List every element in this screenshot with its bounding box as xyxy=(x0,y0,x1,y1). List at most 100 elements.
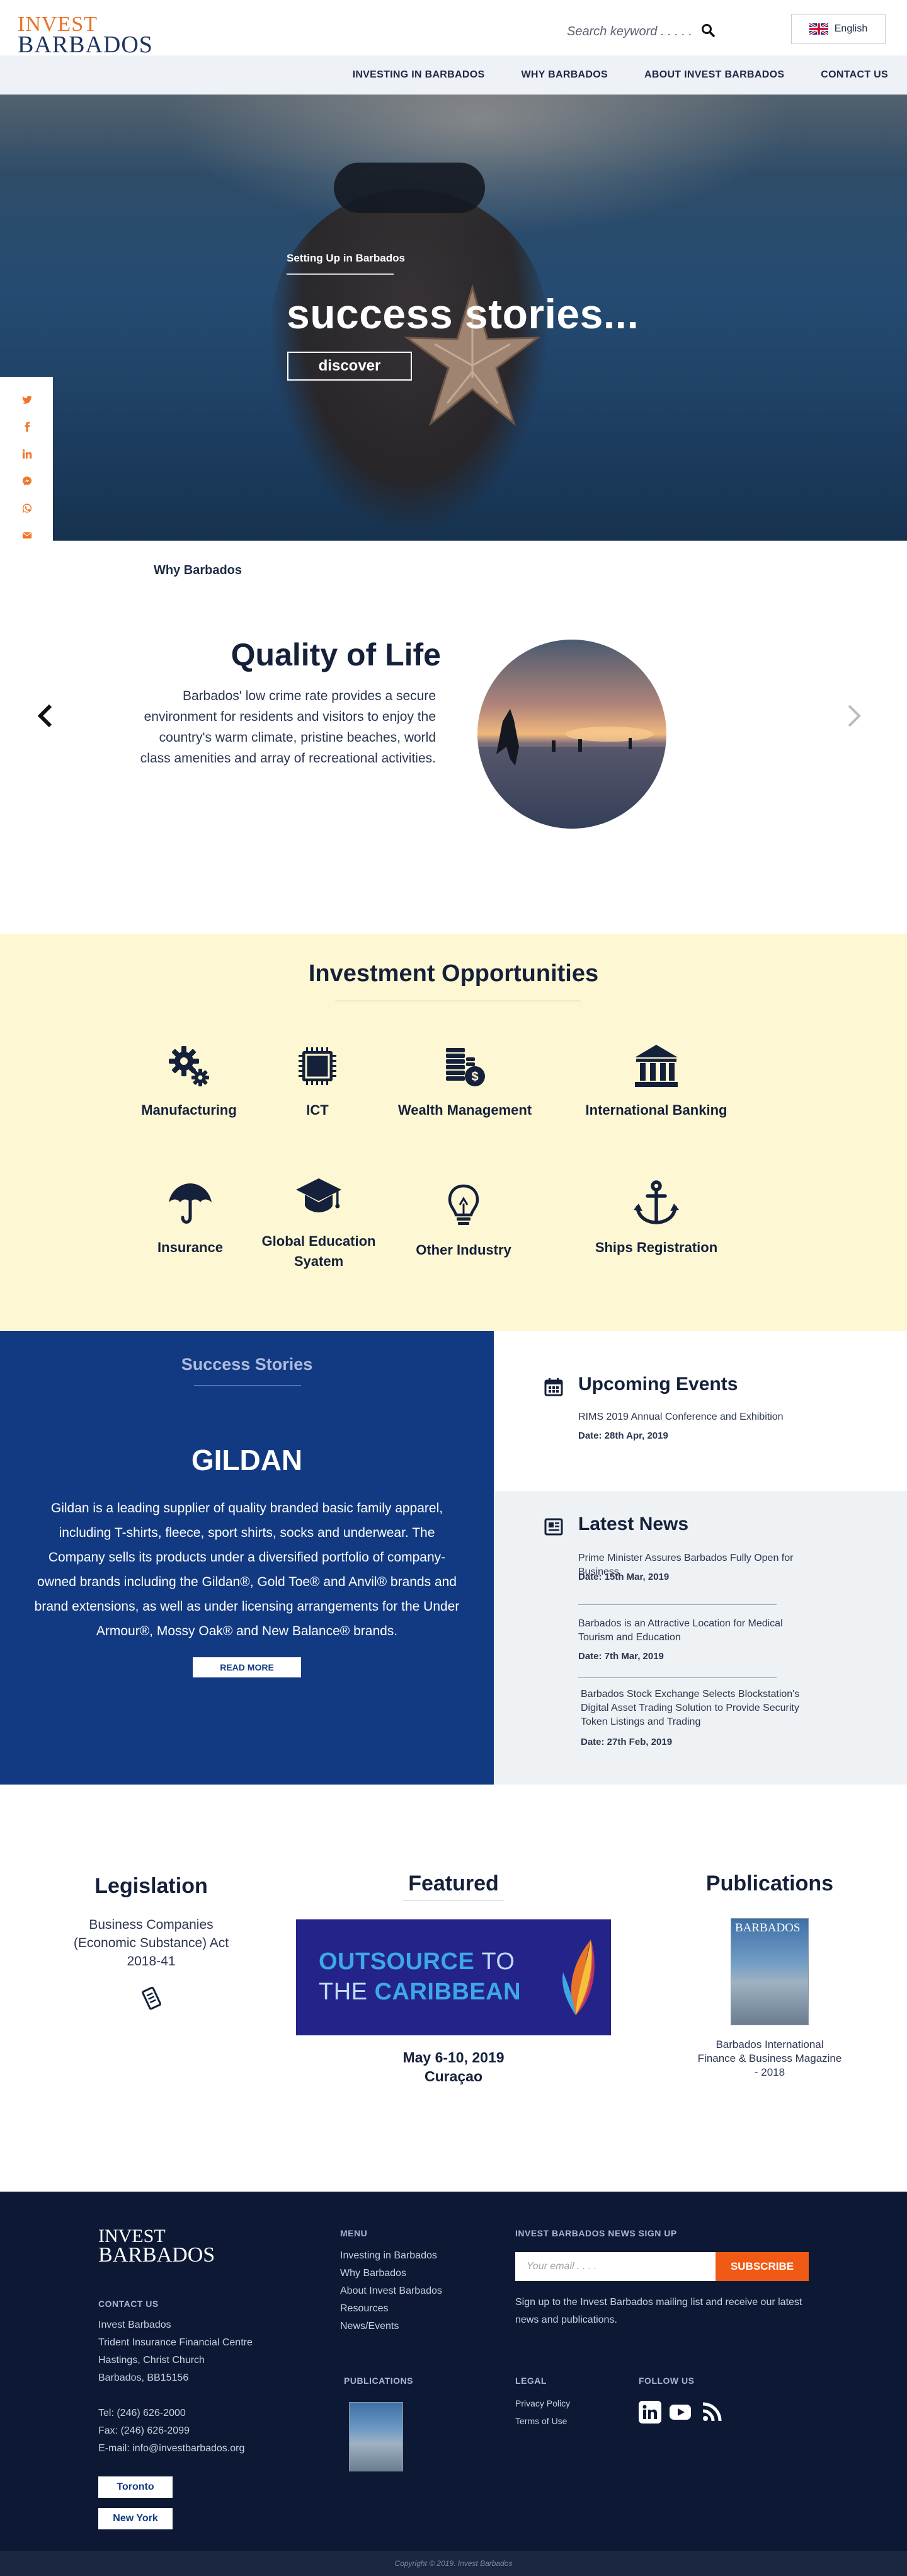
hero-banner: Setting Up in Barbados success stories..… xyxy=(0,95,907,541)
success-story-text: Gildan is a leading supplier of quality … xyxy=(34,1501,460,1638)
opportunity-wealth-management[interactable]: $ Wealth Management xyxy=(383,1042,547,1120)
carousel-next-arrow[interactable] xyxy=(844,703,863,728)
publication-caption[interactable]: Barbados International Finance & Busines… xyxy=(697,2038,843,2079)
outsource-caribbean-banner[interactable]: OUTSOURCE TO THE CARIBBEAN xyxy=(296,1919,611,2035)
news-date: Date: 15th Mar, 2019 xyxy=(578,1572,670,1582)
opportunity-label: Other Industry xyxy=(416,1242,511,1258)
read-more-button[interactable]: READ MORE xyxy=(193,1657,301,1677)
messenger-icon[interactable] xyxy=(19,476,35,486)
banner-outsource: OUTSOURCE xyxy=(319,1948,475,1975)
nav-about-invest-barbados[interactable]: ABOUT INVEST BARBADOS xyxy=(644,69,784,81)
document-icon[interactable] xyxy=(141,1986,163,2011)
privacy-policy-link[interactable]: Privacy Policy xyxy=(515,2395,570,2412)
anchor-icon xyxy=(634,1180,679,1224)
subscribe-button[interactable]: SUBSCRIBE xyxy=(716,2252,809,2281)
youtube-icon[interactable] xyxy=(669,2401,692,2424)
footer-menu-item[interactable]: Why Barbados xyxy=(340,2265,442,2282)
language-selector[interactable]: English xyxy=(791,14,886,44)
calendar-icon xyxy=(544,1378,563,1396)
publications-title: Publications xyxy=(705,1872,834,1895)
hero-kicker: Setting Up in Barbados xyxy=(287,252,405,264)
opportunity-ships-registration[interactable]: Ships Registration xyxy=(574,1180,738,1258)
footer-menu-item[interactable]: Investing in Barbados xyxy=(340,2247,442,2265)
footer-contact-title: CONTACT US xyxy=(98,2299,159,2309)
whatsapp-icon[interactable] xyxy=(19,503,35,514)
featured-title: Featured xyxy=(408,1872,499,1895)
footer-email[interactable]: E-mail: info@investbarbados.org xyxy=(98,2440,244,2458)
language-label: English xyxy=(834,23,868,34)
beach-sunset-illustration xyxy=(477,640,666,829)
opportunity-label: Ships Registration xyxy=(595,1239,718,1255)
banner-the: THE xyxy=(319,1979,368,2005)
beach-sunset-photo xyxy=(477,640,666,829)
banner-to: TO xyxy=(481,1948,515,1975)
banner-caribbean: CARIBBEAN xyxy=(374,1979,522,2005)
investment-opportunities-title: Investment Opportunities xyxy=(308,960,599,987)
footer-logo[interactable]: INVEST BARBADOS xyxy=(98,2227,215,2266)
footer-phones: Tel: (246) 626-2000 Fax: (246) 626-2099 … xyxy=(98,2405,244,2458)
graduation-cap-icon xyxy=(296,1178,341,1212)
opportunity-label: Global Education Syatem xyxy=(261,1233,376,1269)
sail-logo-icon xyxy=(562,1940,595,2015)
success-stories-label: Success Stories xyxy=(181,1355,313,1374)
main-nav: INVESTING IN BARBADOS WHY BARBADOS ABOUT… xyxy=(0,55,907,95)
search-input[interactable] xyxy=(567,23,718,40)
uk-flag-icon xyxy=(809,23,828,35)
opportunity-label: Wealth Management xyxy=(397,1102,532,1118)
opportunity-other-industry[interactable]: Other Industry xyxy=(382,1182,545,1260)
news-divider xyxy=(578,1677,777,1678)
facebook-icon[interactable] xyxy=(19,422,35,432)
carousel-prev-arrow[interactable] xyxy=(37,703,55,728)
news-title[interactable]: Barbados is an Attractive Location for M… xyxy=(578,1617,818,1645)
twitter-icon[interactable] xyxy=(19,394,35,405)
search-icon[interactable] xyxy=(700,23,716,38)
footer-address: Invest Barbados Trident Insurance Financ… xyxy=(98,2316,253,2387)
footer-legal-title: LEGAL xyxy=(515,2376,547,2386)
linkedin-icon[interactable] xyxy=(19,449,35,459)
latest-news-title: Latest News xyxy=(578,1514,689,1534)
news-date: Date: 7th Mar, 2019 xyxy=(578,1651,664,1662)
discover-button[interactable]: discover xyxy=(287,352,412,381)
footer-tel[interactable]: Tel: (246) 626-2000 xyxy=(98,2405,244,2422)
event-title[interactable]: RIMS 2019 Annual Conference and Exhibiti… xyxy=(578,1410,811,1424)
rss-icon[interactable] xyxy=(700,2401,723,2424)
chip-icon xyxy=(299,1047,336,1085)
footer-menu-item[interactable]: About Invest Barbados xyxy=(340,2282,442,2300)
magazine-cover[interactable]: BARBADOS xyxy=(731,1918,809,2025)
magazine-cover-title: BARBADOS xyxy=(735,1921,801,1935)
news-title[interactable]: Barbados Stock Exchange Selects Blocksta… xyxy=(581,1688,820,1729)
address-line: Trident Insurance Financial Centre xyxy=(98,2337,253,2348)
opportunity-international-banking[interactable]: International Banking xyxy=(574,1042,738,1120)
newsletter-email-input[interactable] xyxy=(515,2252,716,2281)
nav-investing-in-barbados[interactable]: INVESTING IN BARBADOS xyxy=(353,69,485,81)
nav-why-barbados[interactable]: WHY BARBADOS xyxy=(521,69,608,81)
logo-line2: BARBADOS xyxy=(18,32,153,58)
nav-contact-us[interactable]: CONTACT US xyxy=(821,69,888,81)
copyright: Copyright © 2019. Invest Barbados xyxy=(0,2551,907,2576)
new-york-office-button[interactable]: New York xyxy=(98,2508,173,2529)
quality-of-life-title: Quality of Life xyxy=(231,637,441,672)
footer-menu-item[interactable]: Resources xyxy=(340,2300,442,2318)
linkedin-icon[interactable] xyxy=(639,2401,661,2424)
banner-line2: THE CARIBBEAN xyxy=(319,1979,521,2006)
featured-event-details: May 6-10, 2019 Curaçao xyxy=(296,2048,611,2086)
header: INVEST BARBADOS English xyxy=(0,0,907,57)
footer-magazine-cover[interactable] xyxy=(349,2402,403,2471)
svg-text:$: $ xyxy=(471,1070,478,1084)
success-stories-divider xyxy=(194,1385,301,1386)
toronto-office-button[interactable]: Toronto xyxy=(98,2476,173,2498)
opportunity-ict[interactable]: ICT xyxy=(236,1042,399,1120)
opportunity-global-education[interactable]: Global Education Syatem xyxy=(237,1173,401,1272)
legislation-text[interactable]: Business Companies (Economic Substance) … xyxy=(69,1916,233,1970)
footer-menu-title: MENU xyxy=(340,2228,368,2238)
footer-publications-title: PUBLICATIONS xyxy=(344,2376,413,2386)
why-barbados-label[interactable]: Why Barbados xyxy=(154,563,242,578)
address-line: Barbados, BB15156 xyxy=(98,2372,189,2383)
terms-of-use-link[interactable]: Terms of Use xyxy=(515,2412,570,2430)
footer-menu-item[interactable]: News/Events xyxy=(340,2318,442,2335)
investment-opportunities-section xyxy=(0,934,907,1331)
footer-signup-text: Sign up to the Invest Barbados mailing l… xyxy=(515,2297,802,2325)
logo[interactable]: INVEST BARBADOS xyxy=(18,14,153,57)
lightbulb-icon xyxy=(448,1184,479,1225)
email-icon[interactable] xyxy=(19,530,35,541)
